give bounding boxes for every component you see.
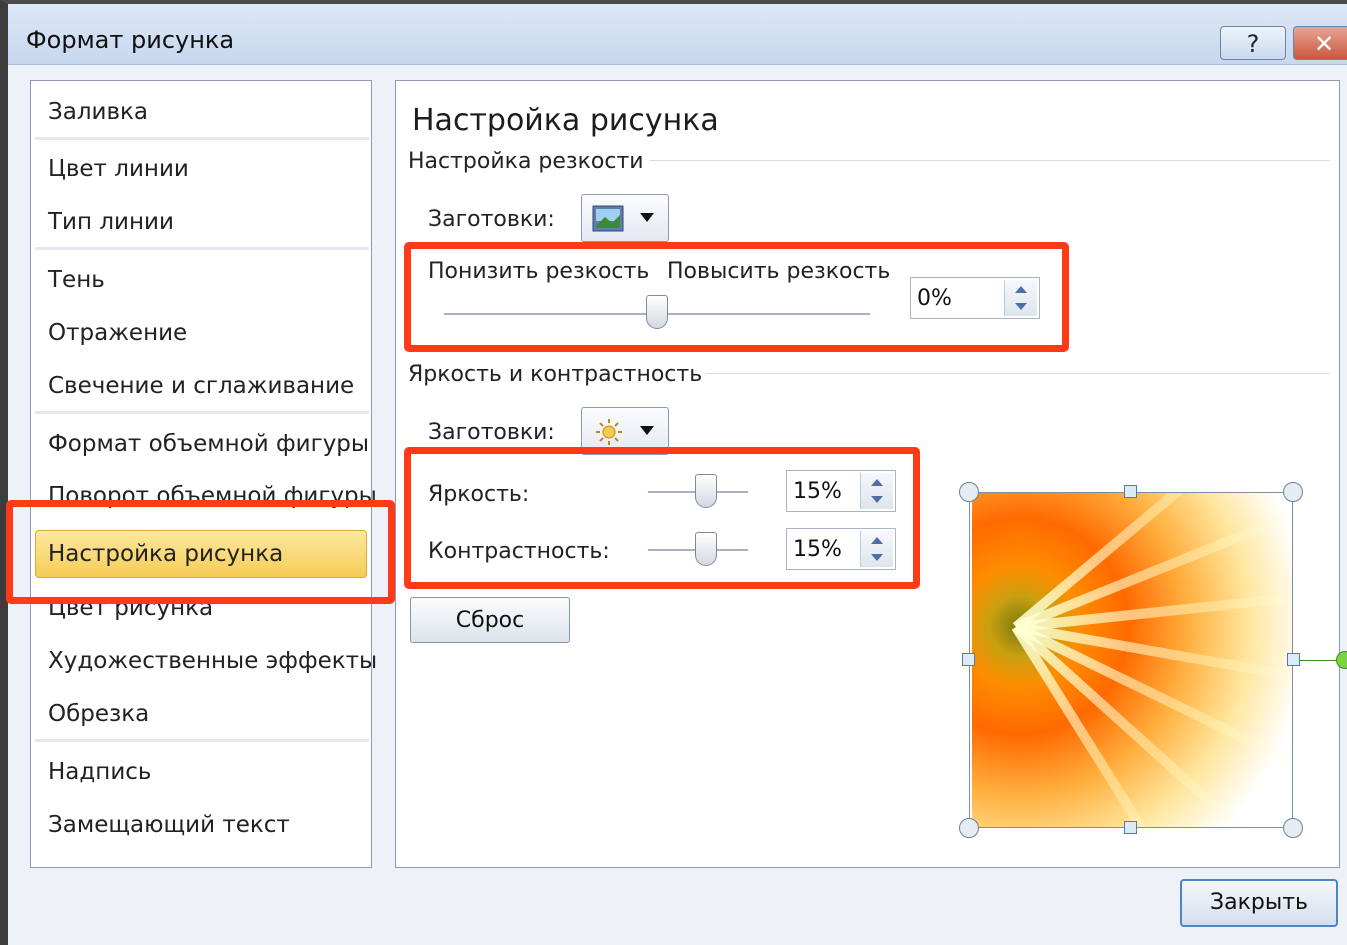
- sidebar-item-line-style[interactable]: Тип линии: [48, 209, 174, 235]
- resize-handle-top-left[interactable]: [959, 482, 979, 502]
- rotate-handle-stem: [1300, 660, 1338, 661]
- dialog-title: Формат рисунка: [26, 26, 235, 54]
- reset-button[interactable]: Сброс: [410, 597, 570, 643]
- close-button[interactable]: Закрыть: [1180, 879, 1338, 927]
- sidebar-item-line-color[interactable]: Цвет линии: [48, 156, 189, 182]
- sidebar-item-artistic-effects[interactable]: Художественные эффекты: [48, 648, 377, 674]
- section-sharpness: Настройка резкости: [408, 149, 644, 174]
- divider: [35, 247, 369, 250]
- sharpness-presets-dropdown[interactable]: [581, 194, 669, 242]
- help-button[interactable]: ?: [1220, 26, 1286, 60]
- resize-handle-top[interactable]: [1124, 485, 1137, 498]
- selection-frame: [969, 492, 1293, 828]
- sun-icon: [596, 419, 622, 445]
- resize-handle-top-right[interactable]: [1283, 482, 1303, 502]
- resize-handle-bottom[interactable]: [1124, 821, 1137, 834]
- section-divider: [650, 160, 1330, 161]
- sidebar-item-3d-format[interactable]: Формат объемной фигуры: [48, 431, 369, 457]
- sidebar-item-text-box[interactable]: Надпись: [48, 759, 151, 785]
- title-bar: Формат рисунка ? ✕: [8, 4, 1347, 65]
- close-window-button[interactable]: ✕: [1293, 26, 1347, 60]
- panel-title: Настройка рисунка: [412, 103, 719, 138]
- highlight-sharpness: [404, 242, 1069, 352]
- divider: [35, 411, 369, 414]
- sidebar-item-crop[interactable]: Обрезка: [48, 701, 149, 727]
- section-brightness-contrast: Яркость и контрастность: [408, 362, 703, 387]
- resize-handle-right[interactable]: [1287, 653, 1300, 666]
- resize-handle-left[interactable]: [962, 653, 975, 666]
- sidebar-item-fill[interactable]: Заливка: [48, 99, 148, 125]
- resize-handle-bottom-left[interactable]: [959, 818, 979, 838]
- sharpness-presets-label: Заготовки:: [428, 207, 555, 232]
- sidebar-item-glow[interactable]: Свечение и сглаживание: [48, 373, 354, 399]
- highlight-brightness-contrast: [404, 447, 920, 589]
- resize-handle-bottom-right[interactable]: [1283, 818, 1303, 838]
- sidebar-item-reflection[interactable]: Отражение: [48, 320, 187, 346]
- highlight-selected-category: [6, 500, 395, 604]
- divider: [35, 739, 369, 742]
- sidebar-item-alt-text[interactable]: Замещающий текст: [48, 812, 290, 838]
- section-divider: [706, 373, 1330, 374]
- chevron-down-icon: [640, 213, 654, 222]
- chevron-down-icon: [640, 426, 654, 435]
- rotate-handle[interactable]: [1336, 651, 1347, 669]
- divider: [35, 137, 369, 140]
- brightness-presets-label: Заготовки:: [428, 420, 555, 445]
- category-list: Заливка Цвет линии Тип линии Тень Отраже…: [30, 80, 377, 868]
- sidebar-item-shadow[interactable]: Тень: [48, 267, 105, 293]
- picture-preset-icon: [592, 205, 624, 232]
